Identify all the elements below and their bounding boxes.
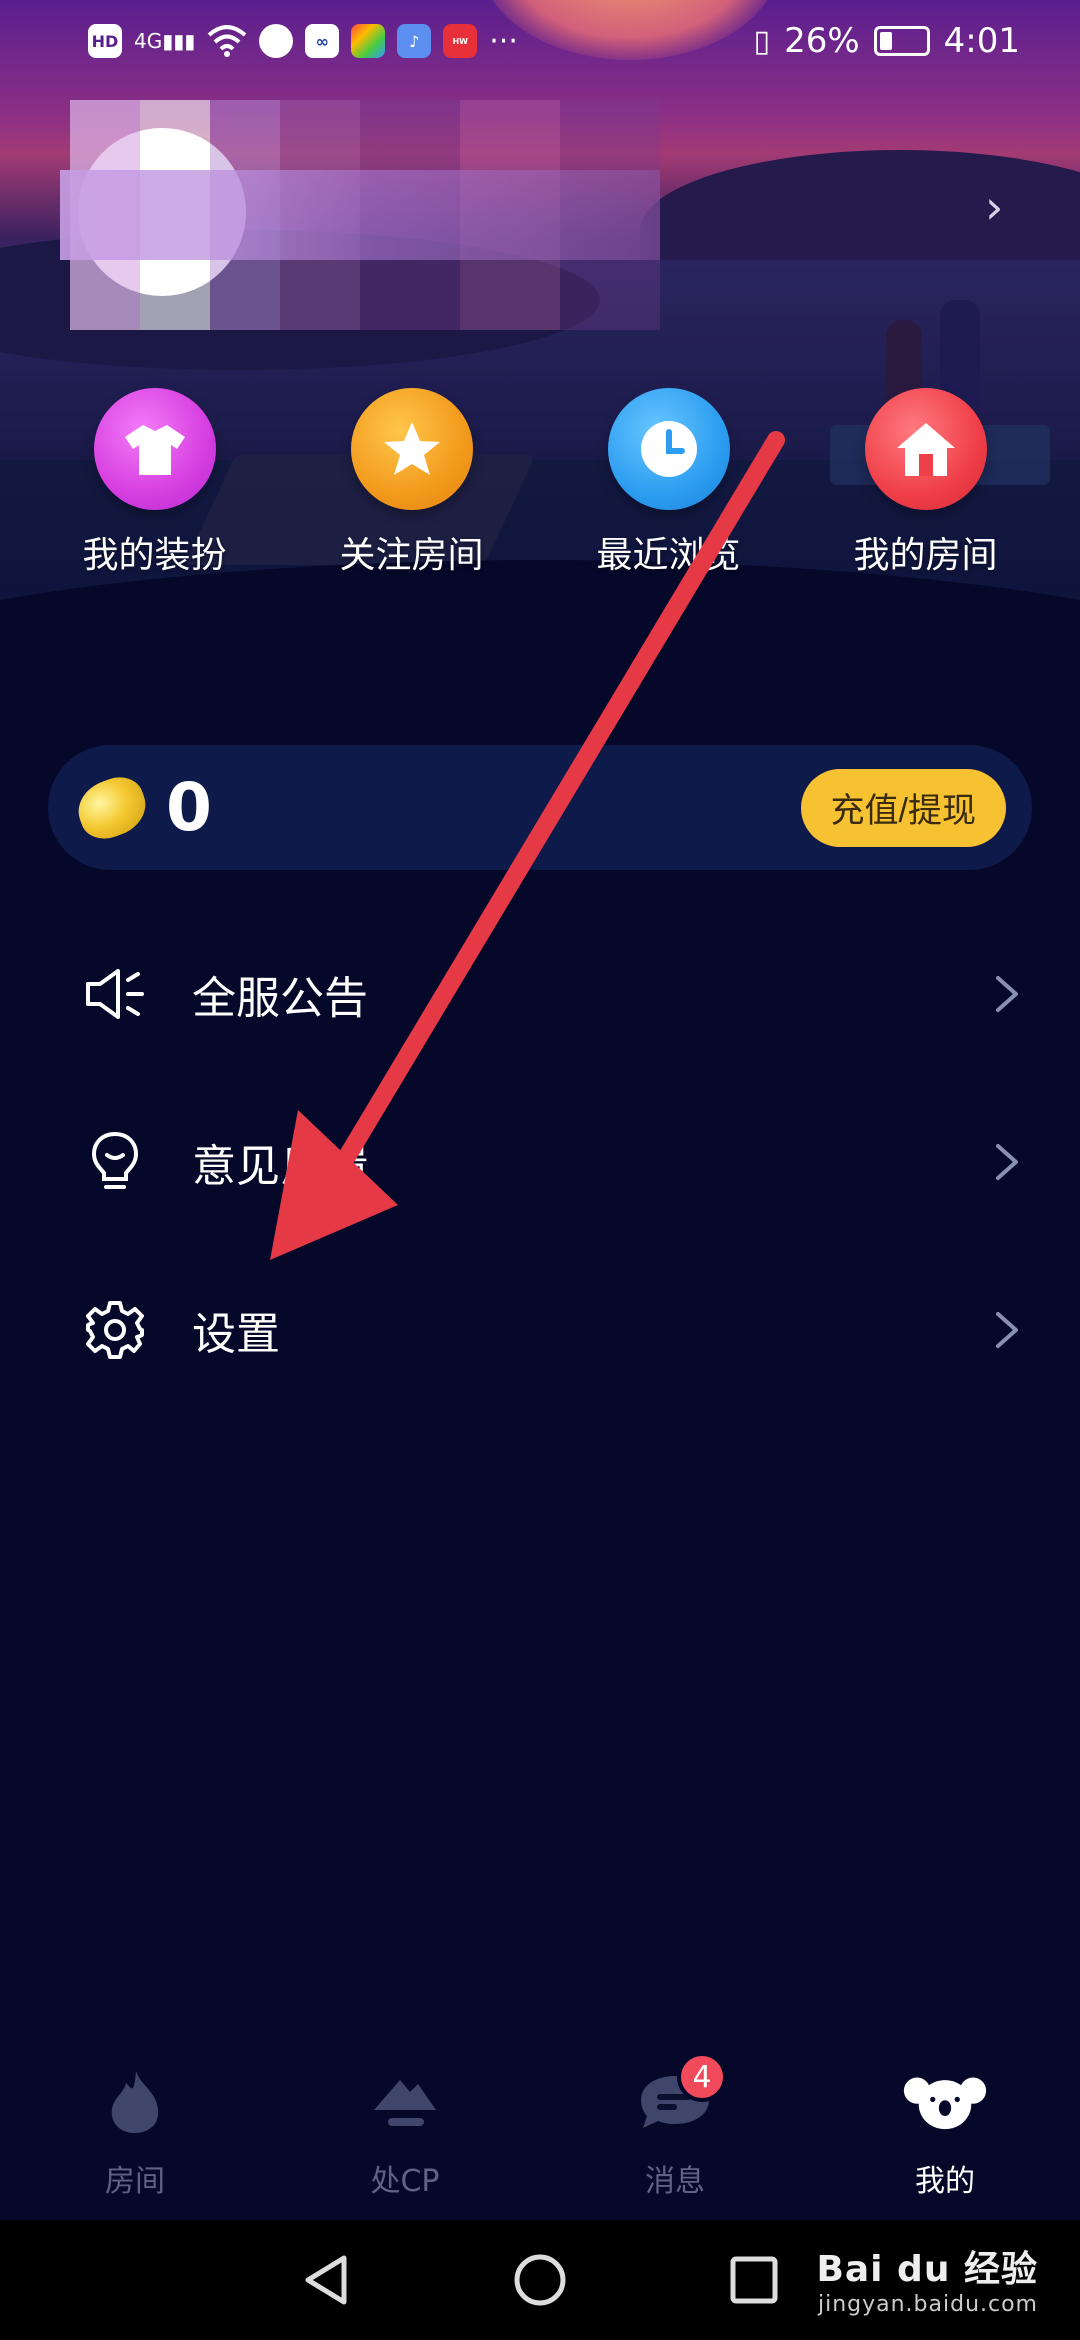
tab-label: 我的 bbox=[915, 2164, 975, 2199]
chevron-right-icon[interactable]: › bbox=[985, 180, 1003, 234]
quick-action-my-room[interactable]: 我的房间 bbox=[821, 388, 1031, 588]
baidu-jingyan-watermark: Bai du 经验 jingyan.baidu.com bbox=[816, 2240, 1038, 2317]
back-triangle-icon[interactable] bbox=[300, 2252, 352, 2308]
chevron-right-icon bbox=[996, 1312, 1018, 1348]
menu-item-feedback[interactable]: 意见反馈 bbox=[0, 1078, 1080, 1246]
quick-action-label: 我的装扮 bbox=[82, 535, 227, 576]
house-icon bbox=[864, 388, 987, 510]
menu-item-settings[interactable]: 设置 bbox=[0, 1246, 1080, 1414]
hd-icon: HD bbox=[88, 24, 122, 58]
music-app-icon: ♪ bbox=[397, 24, 432, 58]
home-circle-icon[interactable] bbox=[512, 2252, 568, 2308]
colorful-app-icon bbox=[351, 24, 386, 58]
menu-item-label: 意见反馈 bbox=[192, 1141, 368, 1192]
quick-action-recently-viewed[interactable]: 最近浏览 bbox=[564, 388, 774, 588]
recharge-withdraw-button[interactable]: 充值/提现 bbox=[800, 768, 1006, 847]
more-dots-icon: ··· bbox=[489, 23, 518, 59]
wallet-card: 0 充值/提现 bbox=[48, 745, 1032, 870]
quick-action-label: 关注房间 bbox=[339, 535, 484, 576]
chat-bubble-icon bbox=[259, 24, 294, 58]
gold-bean-icon bbox=[70, 769, 154, 846]
tab-label: 房间 bbox=[105, 2164, 165, 2199]
pixelated-username bbox=[60, 170, 660, 260]
tab-label: 处CP bbox=[370, 2164, 440, 2199]
status-bar: HD 4G▮▮▮ ∞ ♪ HW ··· ▯ 26% 4:01 bbox=[0, 0, 1080, 82]
chevron-right-icon bbox=[996, 976, 1018, 1012]
speaker-icon bbox=[82, 961, 148, 1027]
menu-item-label: 全服公告 bbox=[192, 973, 368, 1024]
chevron-right-icon bbox=[996, 1144, 1018, 1180]
bottom-tab-bar: 房间 处CP 4 消息 我的 bbox=[0, 2040, 1080, 2220]
settings-menu: 全服公告 意见反馈 设置 bbox=[0, 910, 1080, 1414]
tshirt-icon bbox=[93, 388, 216, 510]
infinity-app-icon: ∞ bbox=[305, 24, 340, 58]
gear-icon bbox=[82, 1297, 148, 1363]
clock-icon bbox=[607, 388, 730, 510]
huawei-app-icon: HW bbox=[443, 24, 478, 58]
quick-actions: 我的装扮 关注房间 最近浏览 我的房间 bbox=[0, 388, 1080, 588]
wifi-icon bbox=[207, 25, 247, 57]
unread-badge: 4 bbox=[677, 2052, 727, 2102]
tab-cp[interactable]: 处CP bbox=[270, 2040, 540, 2220]
quick-action-label: 我的房间 bbox=[853, 535, 998, 576]
star-icon bbox=[350, 388, 473, 510]
tab-me[interactable]: 我的 bbox=[810, 2040, 1080, 2220]
profile-summary[interactable]: › bbox=[0, 100, 1080, 330]
tab-messages[interactable]: 4 消息 bbox=[540, 2040, 810, 2220]
watermark-brand: Bai du 经验 bbox=[816, 2249, 1038, 2290]
mountain-icon bbox=[363, 2060, 447, 2144]
battery-icon bbox=[873, 26, 930, 56]
recents-square-icon[interactable] bbox=[728, 2254, 780, 2306]
quick-action-followed-rooms[interactable]: 关注房间 bbox=[307, 388, 517, 588]
menu-item-label: 设置 bbox=[192, 1309, 280, 1360]
watermark-url: jingyan.baidu.com bbox=[817, 2292, 1038, 2317]
tab-label: 消息 bbox=[645, 2164, 705, 2199]
menu-item-announcement[interactable]: 全服公告 bbox=[0, 910, 1080, 1078]
battery-percent: 26% bbox=[784, 21, 860, 61]
koala-icon bbox=[903, 2060, 987, 2144]
wallet-balance: 0 bbox=[166, 769, 212, 846]
tab-rooms[interactable]: 房间 bbox=[0, 2040, 270, 2220]
lightbulb-icon bbox=[82, 1129, 148, 1195]
quick-action-my-outfit[interactable]: 我的装扮 bbox=[50, 388, 260, 588]
flame-icon bbox=[93, 2060, 177, 2144]
message-icon: 4 bbox=[633, 2052, 727, 2144]
clock-time: 4:01 bbox=[943, 21, 1020, 61]
signal-4g-icon: 4G▮▮▮ bbox=[134, 29, 196, 53]
quick-action-label: 最近浏览 bbox=[596, 535, 741, 576]
vibrate-icon: ▯ bbox=[753, 23, 771, 59]
